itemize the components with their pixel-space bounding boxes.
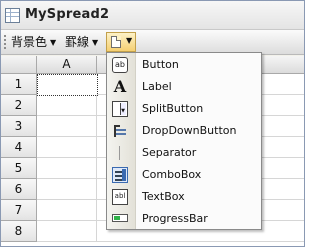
- column-header-a[interactable]: A: [37, 56, 97, 74]
- separator-icon: [112, 145, 128, 161]
- border-label: 罫線: [65, 35, 90, 49]
- cell-a5[interactable]: [37, 158, 97, 179]
- menu-item-textbox[interactable]: abl TextBox: [107, 186, 261, 208]
- border-dropdown[interactable]: 罫線 ▼: [65, 34, 98, 50]
- add-item-dropdown-button[interactable]: ▼: [106, 32, 136, 52]
- combobox-icon: [112, 167, 128, 183]
- splitbutton-icon: ▼: [112, 101, 128, 117]
- background-color-label: 背景色: [11, 35, 48, 49]
- progressbar-icon: [112, 214, 128, 222]
- add-item-dropdown-menu: ab Button A Label ▼ SplitButton DropDown…: [106, 52, 262, 230]
- menu-item-splitbutton[interactable]: ▼ SplitButton: [107, 98, 261, 120]
- menu-item-label[interactable]: A Label: [107, 76, 261, 98]
- textbox-icon: abl: [112, 189, 128, 205]
- menu-item-label: ComboBox: [142, 168, 202, 181]
- row-header-4[interactable]: 4: [1, 137, 37, 158]
- spreadsheet-app-icon: [5, 8, 20, 23]
- toolbar-grip-icon[interactable]: [4, 35, 6, 49]
- cell-a6[interactable]: [37, 179, 97, 200]
- row-header-7[interactable]: 7: [1, 200, 37, 221]
- cell-a4[interactable]: [37, 137, 97, 158]
- dropdownbutton-icon: [112, 123, 128, 139]
- window-title: MySpread2: [25, 7, 110, 22]
- button-icon: ab: [112, 57, 128, 73]
- cell-a7[interactable]: [37, 200, 97, 221]
- cell-a8[interactable]: [37, 221, 97, 242]
- title-bar[interactable]: MySpread2: [1, 1, 304, 30]
- row-header-5[interactable]: 5: [1, 158, 37, 179]
- menu-item-label: SplitButton: [142, 102, 204, 115]
- row-header-6[interactable]: 6: [1, 179, 37, 200]
- menu-item-label: Label: [142, 80, 172, 93]
- cell-a1-selected[interactable]: [37, 74, 98, 96]
- menu-item-label: Button: [142, 58, 179, 71]
- menu-item-separator[interactable]: Separator: [107, 142, 261, 164]
- chevron-down-icon: ▼: [92, 38, 99, 47]
- menu-item-label: ProgressBar: [142, 212, 208, 225]
- menu-item-progressbar[interactable]: ProgressBar: [107, 208, 261, 230]
- row-header-1[interactable]: 1: [1, 74, 37, 95]
- menu-item-combobox[interactable]: ComboBox: [107, 164, 261, 186]
- row-header-2[interactable]: 2: [1, 95, 37, 116]
- row-header-3[interactable]: 3: [1, 116, 37, 137]
- label-icon: A: [113, 77, 127, 96]
- menu-item-label: TextBox: [142, 190, 185, 203]
- menu-item-button[interactable]: ab Button: [107, 54, 261, 76]
- select-all-corner[interactable]: [1, 56, 37, 74]
- background-color-dropdown[interactable]: 背景色 ▼: [11, 34, 56, 50]
- new-document-icon: [111, 36, 121, 48]
- chevron-down-icon: ▼: [50, 38, 57, 47]
- menu-item-dropdownbutton[interactable]: DropDownButton: [107, 120, 261, 142]
- menu-item-label: DropDownButton: [142, 124, 237, 137]
- cell-a2[interactable]: [37, 95, 97, 116]
- cell-a3[interactable]: [37, 116, 97, 137]
- app-window: MySpread2 背景色▼ 罫線▼ ▼ A 1 2 3 4 5 6 7 8: [0, 0, 305, 247]
- menu-item-label: Separator: [142, 146, 197, 159]
- row-header-8[interactable]: 8: [1, 221, 37, 242]
- chevron-down-icon: ▼: [126, 36, 133, 45]
